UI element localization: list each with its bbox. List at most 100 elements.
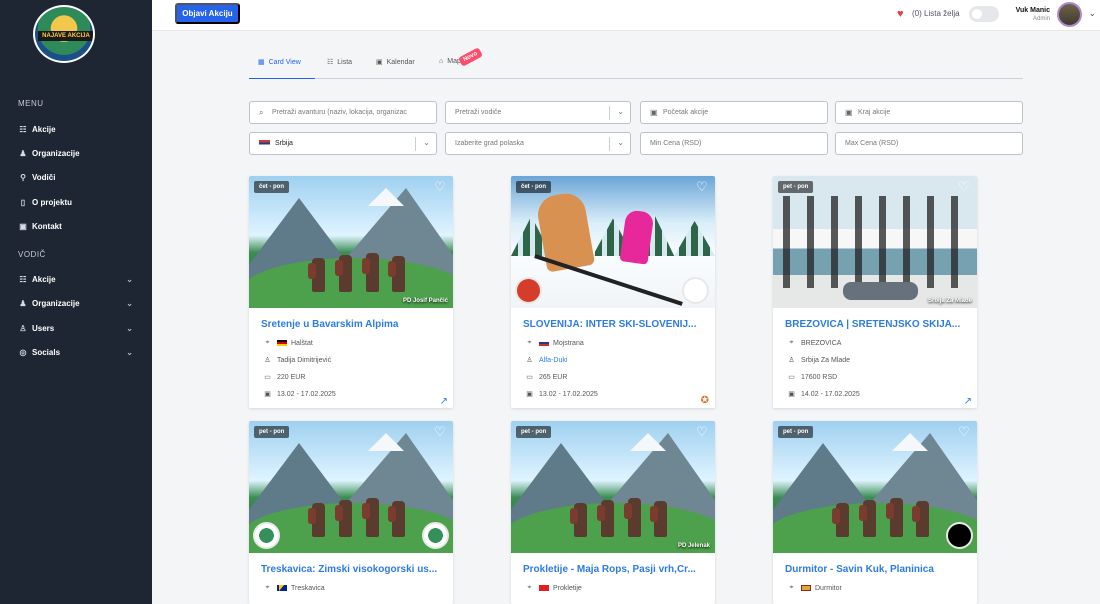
users-icon: ♙	[19, 323, 27, 333]
chevron-down-icon: ⌄	[126, 323, 133, 333]
sidebar-item-kontakt[interactable]: ▣ Kontakt	[18, 218, 133, 234]
card-title[interactable]: Prokletije - Maja Rops, Pasji vrh,Cr...	[523, 564, 705, 575]
adventure-card[interactable]: pet - pon ♡ Treskavica: Zimski visokogor…	[249, 421, 453, 604]
favorite-heart-icon[interactable]: ♡	[958, 425, 972, 439]
organization-logo	[422, 522, 449, 549]
adventure-search-input[interactable]: ⌕ Pretraži avanturu (naziv, lokacija, org…	[249, 101, 437, 124]
adventure-card[interactable]: pet - pon ♡ PD Jelenak Prokletije - Maja…	[511, 421, 715, 604]
location-row: ⌖ Durmitor	[787, 584, 842, 592]
adventure-card[interactable]: pet - pon ♡ Srbija Za Mlade BREZOVICA | …	[773, 176, 977, 408]
card-title[interactable]: BREZOVICA | SRETENJSKO SKIJA...	[785, 319, 967, 330]
sidebar-item-guide-organizacije[interactable]: ♟ Organizacije ⌄	[18, 295, 133, 311]
card-image[interactable]: pet - pon ♡ Srbija Za Mlade	[773, 176, 977, 308]
organizer-row: ♙ Srbija Za Mlade	[788, 356, 851, 365]
location-row: ⌖ Mojstrana	[525, 339, 584, 347]
hikers-image	[304, 250, 405, 292]
topbar: Objavi Akciju ♥ (0) Lista želja Vuk Mani…	[152, 0, 1100, 31]
chevron-down-icon: ⌄	[617, 107, 624, 116]
calendar-icon: ▣	[788, 391, 795, 398]
favorite-heart-icon[interactable]: ♡	[434, 180, 448, 194]
wishlist-heart-icon[interactable]: ♥	[897, 8, 904, 20]
award-icon[interactable]: ✪	[701, 395, 709, 406]
favorite-heart-icon[interactable]: ♡	[434, 425, 448, 439]
card-image[interactable]: čet - pon ♡ PD Josif Pančić	[249, 176, 453, 308]
sidebar-item-users[interactable]: ♙ Users ⌄	[18, 320, 133, 336]
organization-badge-icon	[682, 277, 709, 304]
tab-map[interactable]: ⌂ Map	[439, 58, 461, 65]
theme-toggle[interactable]	[969, 6, 999, 22]
favorite-heart-icon[interactable]: ♡	[696, 425, 710, 439]
card-image[interactable]: čet - pon ♡	[511, 176, 715, 308]
location-pin-icon: ⌖	[265, 339, 270, 346]
organizer-overlay: Srbija Za Mlade	[927, 298, 972, 304]
serbia-flag-icon	[259, 140, 270, 147]
departure-city-select[interactable]: Izaberite grad polaska ⌄	[445, 132, 631, 155]
adventure-card[interactable]: čet - pon ♡ SLOVENIJA: INTER SKI-SLOVENI…	[511, 176, 715, 408]
search-icon: ⌕	[259, 107, 264, 117]
wishlist-link[interactable]: (0) Lista želja	[912, 9, 960, 18]
card-image[interactable]: pet - pon ♡ PD Jelenak	[511, 421, 715, 553]
date-row: ▣ 14.02 - 17.02.2025	[788, 390, 860, 399]
sidebar-item-label: Users	[32, 323, 55, 333]
location-row: ⌖ Halštat	[263, 339, 313, 347]
cash-icon: ▭	[526, 374, 533, 381]
tab-card-view[interactable]: ▦ Card View	[258, 58, 301, 66]
card-title[interactable]: Sretenje u Bavarskim Alpima	[261, 319, 443, 330]
card-image[interactable]: pet - pon ♡	[249, 421, 453, 553]
card-title[interactable]: SLOVENIJA: INTER SKI-SLOVENIJ...	[523, 319, 705, 330]
organizer-overlay: PD Josif Pančić	[402, 298, 448, 304]
hikers-image	[304, 495, 405, 537]
chevron-down-icon[interactable]: ⌄	[1089, 9, 1096, 18]
sidebar-item-socials[interactable]: ◎ Socials ⌄	[18, 344, 134, 360]
new-badge: Novo	[457, 47, 484, 67]
tab-kalendar[interactable]: ▣ Kalendar	[376, 58, 415, 66]
adventure-card[interactable]: pet - pon ♡ Durmitor - Savin Kuk, Planin…	[773, 421, 977, 604]
date-row: ▣ 13.02 - 17.02.2025	[526, 390, 598, 399]
sidebar-item-o-projektu[interactable]: ▯ O projektu	[18, 194, 133, 210]
end-date-input[interactable]: ▣ Kraj akcije	[835, 101, 1023, 124]
chevron-down-icon: ⌄	[126, 298, 133, 308]
sidebar-item-label: Akcije	[32, 274, 56, 284]
card-title[interactable]: Treskavica: Zimski visokogorski us...	[261, 564, 443, 575]
sidebar-item-guide-akcije[interactable]: ☷ Akcije ⌄	[18, 271, 133, 287]
date-badge: pet - pon	[778, 426, 814, 438]
max-price-input[interactable]: Max Cena (RSD)	[835, 132, 1023, 155]
user-icon: ♙	[526, 357, 533, 364]
date-badge: pet - pon	[254, 426, 290, 438]
sidebar-item-organizacije[interactable]: ♟ Organizacije	[18, 145, 133, 161]
sidebar-item-akcije[interactable]: ☷ Akcije	[18, 121, 133, 137]
chevron-down-icon: ⌄	[617, 138, 624, 147]
cash-icon: ▭	[788, 374, 795, 381]
date-badge: čet - pon	[254, 181, 289, 193]
external-link-icon[interactable]: ↗	[964, 396, 972, 407]
country-select[interactable]: Srbija ⌄	[249, 132, 437, 155]
view-tabs: ▦ Card View ☷ Lista ▣ Kalendar ⌂ Map Novo	[249, 45, 1023, 79]
sidebar: NAJAVE AKCIJA MENU ☷ Akcije ♟ Organizacije…	[0, 0, 152, 604]
post-action-button[interactable]: Objavi Akciju	[175, 3, 240, 24]
date-badge: pet - pon	[778, 181, 814, 193]
location-row: ⌖ Treskavica	[263, 584, 325, 592]
sidebar-item-label: Organizacije	[32, 298, 80, 308]
location-pin-icon: ⌖	[527, 339, 532, 346]
organization-logo	[946, 522, 973, 549]
favorite-heart-icon[interactable]: ♡	[958, 180, 972, 194]
external-link-icon[interactable]: ↗	[440, 396, 448, 407]
tab-lista[interactable]: ☷ Lista	[327, 58, 352, 66]
min-price-input[interactable]: Min Cena (RSD)	[640, 132, 828, 155]
najave-akcija-logo[interactable]: NAJAVE AKCIJA	[33, 5, 95, 63]
card-title[interactable]: Durmitor - Savin Kuk, Planinica	[785, 564, 967, 575]
adventure-card[interactable]: čet - pon ♡ PD Josif Pančić Sretenje u B…	[249, 176, 453, 408]
user-name: Vuk Manic	[1015, 7, 1050, 14]
card-image[interactable]: pet - pon ♡	[773, 421, 977, 553]
albania-flag-icon	[539, 585, 549, 591]
contact-icon: ▣	[19, 221, 27, 231]
guide-search-select[interactable]: Pretraži vodiče ⌄	[445, 101, 631, 124]
location-pin-icon: ⌖	[789, 584, 794, 591]
favorite-heart-icon[interactable]: ♡	[696, 180, 710, 194]
calendar-icon: ▣	[845, 108, 853, 117]
avatar[interactable]	[1057, 2, 1082, 27]
start-date-input[interactable]: ▣ Početak akcije	[640, 101, 828, 124]
montenegro-flag-icon	[801, 585, 811, 591]
organizer-row: ♙ Tadija Dimitrijević	[264, 356, 332, 365]
sidebar-item-vodici[interactable]: ⚲ Vodiči	[18, 169, 133, 185]
